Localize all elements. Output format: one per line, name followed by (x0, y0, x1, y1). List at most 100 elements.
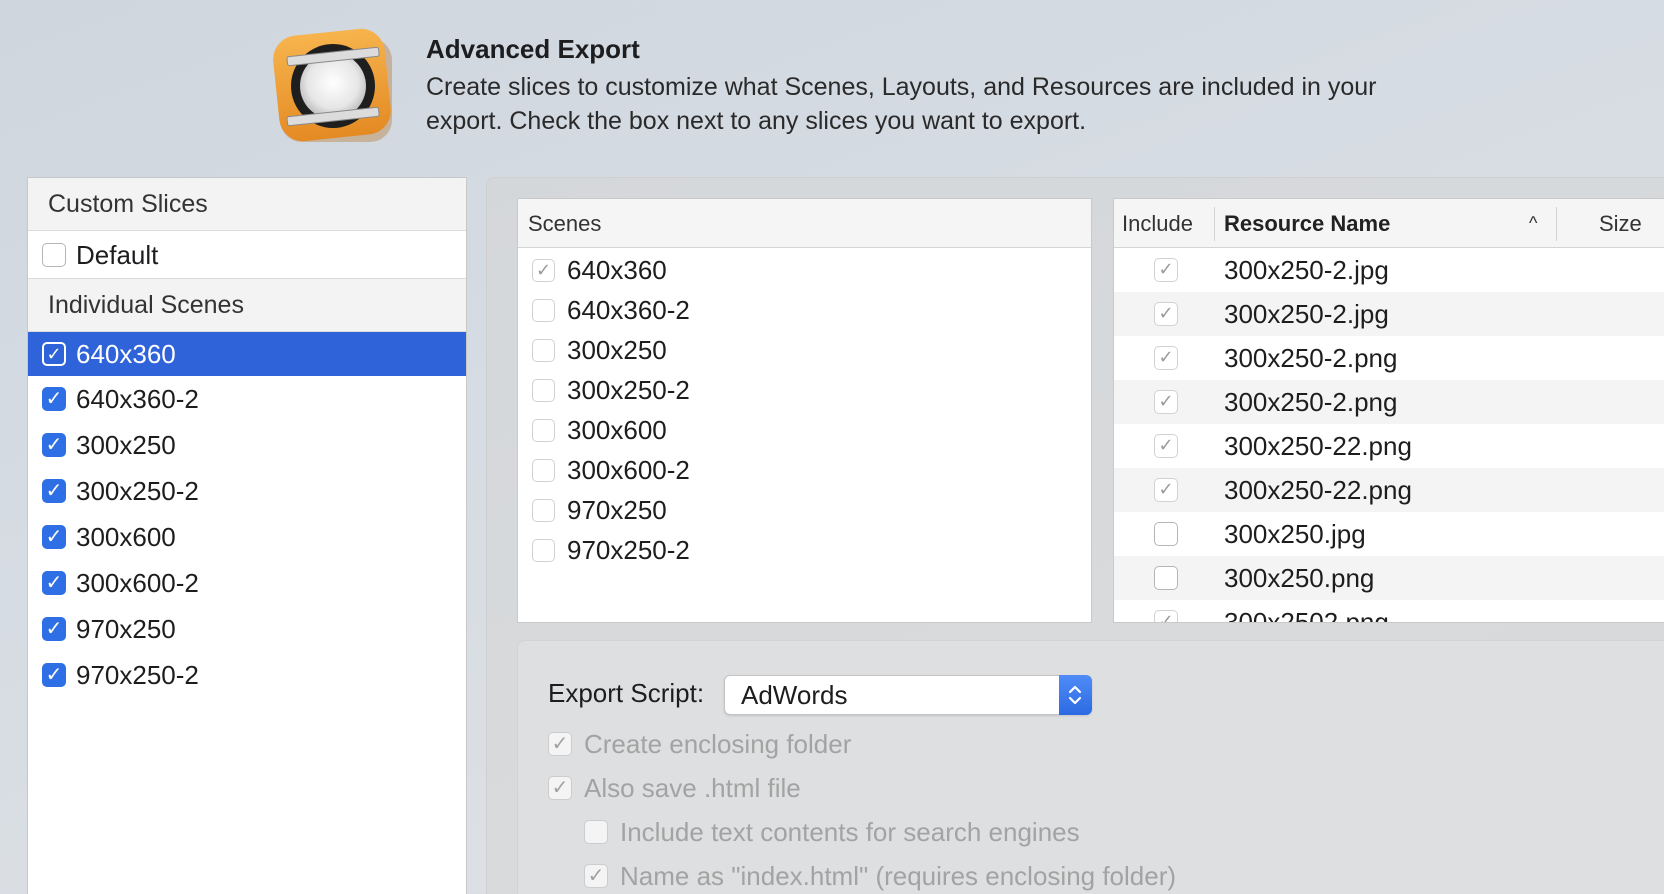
resource-row[interactable]: 300x2502.png (1114, 600, 1664, 623)
slice-checkbox[interactable] (42, 525, 66, 549)
resource-name: 300x250.jpg (1224, 519, 1366, 549)
slice-checkbox[interactable] (42, 617, 66, 641)
scene-row[interactable]: 300x600-2 (518, 450, 1091, 490)
slice-scene-970x250[interactable]: 970x250 (28, 606, 466, 652)
slice-scene-300x600[interactable]: 300x600 (28, 514, 466, 560)
scene-label: 300x600 (567, 415, 667, 445)
resource-name: 300x250-2.png (1224, 387, 1398, 417)
resource-row[interactable]: 300x250-2.png (1114, 380, 1664, 424)
dialog-title: Advanced Export (426, 34, 640, 64)
resources-table: Include Resource Name ^ Size 300x250-2.j… (1113, 198, 1664, 623)
slice-label: 970x250-2 (76, 660, 199, 690)
scene-label: 970x250 (567, 495, 667, 525)
scene-checkbox[interactable] (532, 299, 555, 322)
dialog-description: Create slices to customize what Scenes, … (426, 73, 1377, 135)
scene-row[interactable]: 640x360 (518, 250, 1091, 290)
scene-label: 970x250-2 (567, 535, 690, 565)
slice-scene-300x250[interactable]: 300x250 (28, 422, 466, 468)
name-index-checkbox[interactable] (584, 864, 608, 888)
include-checkbox[interactable] (1154, 346, 1178, 370)
name-index-label: Name as "index.html" (requires enclosing… (620, 861, 1177, 891)
slice-checkbox[interactable] (42, 387, 66, 411)
save-html-checkbox[interactable] (548, 776, 572, 800)
include-checkbox[interactable] (1154, 610, 1178, 622)
scene-row[interactable]: 640x360-2 (518, 290, 1091, 330)
column-divider[interactable] (1214, 207, 1215, 241)
scene-row[interactable]: 300x250 (518, 330, 1091, 370)
individual-scenes-header: Individual Scenes (28, 279, 466, 332)
slice-label: 640x360-2 (76, 384, 199, 414)
hype-app-icon (272, 28, 400, 150)
column-divider[interactable] (1556, 207, 1557, 241)
slice-default[interactable]: Default (28, 231, 466, 279)
include-checkbox[interactable] (1154, 302, 1178, 326)
scene-row[interactable]: 970x250 (518, 490, 1091, 530)
include-column-header[interactable]: Include (1122, 199, 1193, 248)
include-text-label: Include text contents for search engines (620, 817, 1080, 847)
include-checkbox[interactable] (1154, 258, 1178, 282)
resource-row[interactable]: 300x250-2.png (1114, 336, 1664, 380)
scene-checkbox[interactable] (532, 539, 555, 562)
popup-stepper-icon[interactable] (1059, 675, 1092, 715)
include-checkbox[interactable] (1154, 434, 1178, 458)
individual-scenes-list: 640x360 640x360-2 300x250 300x250-2 300x… (28, 332, 466, 698)
include-checkbox[interactable] (1154, 566, 1178, 590)
resource-row[interactable]: 300x250-22.png (1114, 468, 1664, 512)
scene-checkbox[interactable] (532, 379, 555, 402)
export-script-label: Export Script: (548, 678, 705, 708)
resource-row[interactable]: 300x250-2.jpg (1114, 292, 1664, 336)
resource-row[interactable]: 300x250.png (1114, 556, 1664, 600)
resource-row[interactable]: 300x250-22.png (1114, 424, 1664, 468)
scene-checkbox[interactable] (532, 499, 555, 522)
resource-name: 300x250.png (1224, 563, 1375, 593)
custom-slices-header: Custom Slices (28, 178, 466, 231)
create-folder-label: Create enclosing folder (584, 729, 852, 759)
scene-row[interactable]: 970x250-2 (518, 530, 1091, 570)
scene-row[interactable]: 300x600 (518, 410, 1091, 450)
scene-checkbox[interactable] (532, 419, 555, 442)
size-column-header[interactable]: Size (1599, 199, 1642, 248)
slices-sidebar: Custom Slices Default Individual Scenes … (27, 177, 467, 894)
scenes-column-header[interactable]: Scenes (518, 199, 1091, 248)
export-script-value: AdWords (741, 680, 848, 710)
sort-ascending-icon[interactable]: ^ (1529, 199, 1537, 248)
slice-checkbox[interactable] (42, 571, 66, 595)
slice-checkbox[interactable] (42, 342, 66, 366)
resource-name: 300x250-22.png (1224, 475, 1412, 505)
slice-scene-970x250-2[interactable]: 970x250-2 (28, 652, 466, 698)
scene-label: 640x360-2 (567, 295, 690, 325)
slice-checkbox[interactable] (42, 479, 66, 503)
include-text-checkbox[interactable] (584, 820, 608, 844)
slice-label: 300x250 (76, 430, 176, 460)
resource-name: 300x2502.png (1224, 607, 1389, 623)
slice-scene-300x250-2[interactable]: 300x250-2 (28, 468, 466, 514)
scene-row[interactable]: 300x250-2 (518, 370, 1091, 410)
resource-name-column-header[interactable]: Resource Name (1224, 199, 1390, 248)
scene-checkbox[interactable] (532, 459, 555, 482)
slice-label: 300x600-2 (76, 568, 199, 598)
slice-checkbox[interactable] (42, 663, 66, 687)
include-checkbox[interactable] (1154, 390, 1178, 414)
resource-row[interactable]: 300x250-2.jpg (1114, 248, 1664, 292)
slice-label: 300x600 (76, 522, 176, 552)
scene-label: 640x360 (567, 255, 667, 285)
scene-checkbox[interactable] (532, 339, 555, 362)
slice-label: 970x250 (76, 614, 176, 644)
slice-label: Default (76, 240, 159, 270)
slice-checkbox[interactable] (42, 433, 66, 457)
create-folder-checkbox[interactable] (548, 732, 572, 756)
save-html-label: Also save .html file (584, 773, 801, 803)
dialog-header: Advanced Export Create slices to customi… (0, 0, 1664, 160)
resource-row[interactable]: 300x250.jpg (1114, 512, 1664, 556)
scene-checkbox[interactable] (532, 259, 555, 282)
resource-name: 300x250-2.jpg (1224, 255, 1389, 285)
include-checkbox[interactable] (1154, 478, 1178, 502)
scenes-table: Scenes 640x360 640x360-2 300x250 300x250… (517, 198, 1092, 623)
slice-scene-640x360[interactable]: 640x360 (28, 332, 466, 376)
resources-header: Include Resource Name ^ Size (1114, 199, 1664, 248)
include-checkbox[interactable] (1154, 522, 1178, 546)
slice-scene-300x600-2[interactable]: 300x600-2 (28, 560, 466, 606)
export-script-select[interactable]: AdWords (724, 675, 1092, 715)
default-checkbox[interactable] (42, 243, 66, 267)
slice-scene-640x360-2[interactable]: 640x360-2 (28, 376, 466, 422)
